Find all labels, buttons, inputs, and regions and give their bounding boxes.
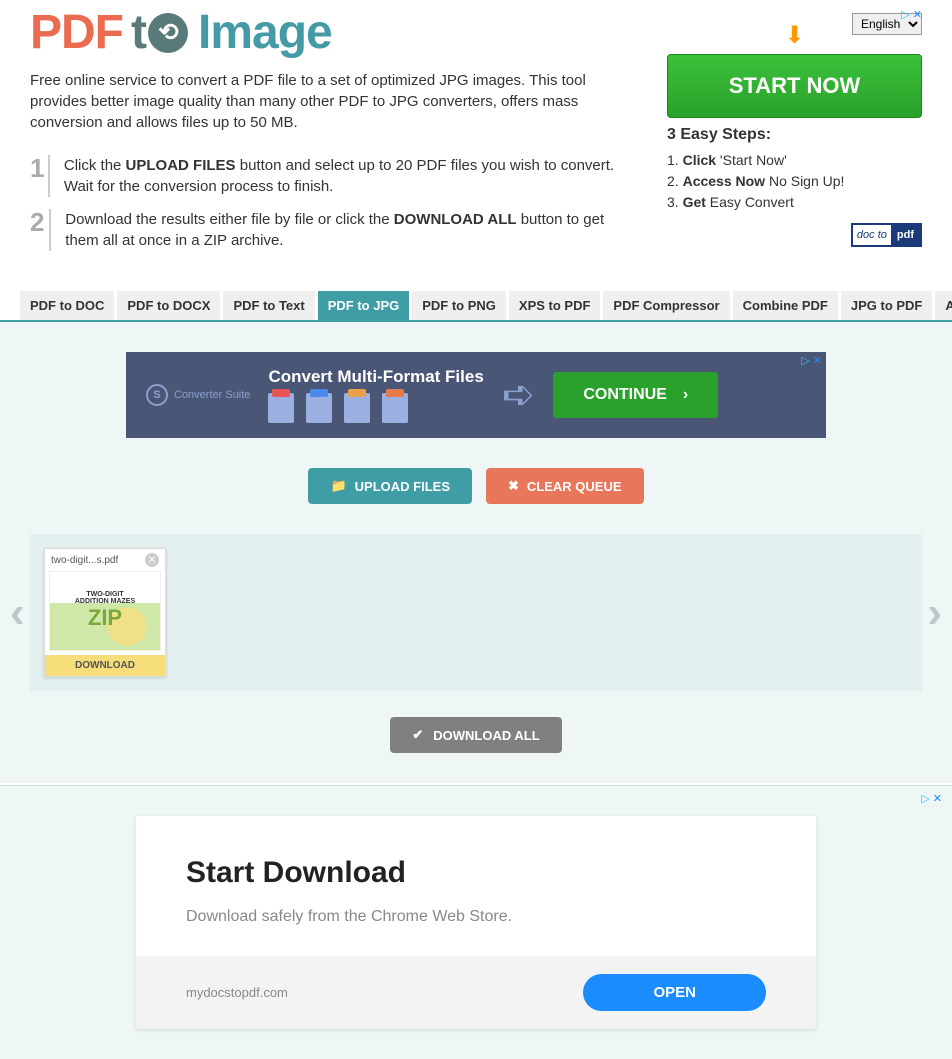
down-arrow-icon: ⬇ — [667, 21, 922, 50]
clear-queue-button[interactable]: ✖CLEAR QUEUE — [486, 468, 644, 504]
site-logo[interactable]: PDF t⟲ Image — [30, 5, 332, 60]
continue-button[interactable]: CONTINUE› — [553, 372, 718, 418]
ad-subtitle: Download safely from the Chrome Web Stor… — [186, 908, 766, 926]
file-card: two-digit...s.pdf ✕ TWO-DIGIT ADDITION M… — [44, 548, 166, 677]
logo-to: t⟲ — [131, 5, 188, 60]
converter-suite-logo: SConverter Suite — [146, 384, 250, 406]
bottom-advertisement: ▷ ✕ Start Download Download safely from … — [0, 785, 952, 1059]
jpg-icon — [382, 393, 408, 423]
logo-image: Image — [198, 5, 332, 60]
arrow-right-icon: ➪ — [502, 372, 536, 418]
adchoices-icon[interactable]: ▷ ✕ — [801, 354, 822, 367]
tab-pdf-to-jpg[interactable]: PDF to JPG — [318, 291, 410, 320]
ad-card[interactable]: Start Download Download safely from the … — [136, 816, 816, 1029]
easy-steps-list: 1. Click 'Start Now' 2. Access Now No Si… — [667, 150, 922, 213]
tab-xps-to-pdf[interactable]: XPS to PDF — [509, 291, 601, 320]
swap-icon: ⟲ — [148, 13, 188, 53]
conversion-area: ▷ ✕ SConverter Suite Convert Multi-Forma… — [0, 320, 952, 783]
start-now-button[interactable]: START NOW — [667, 54, 922, 118]
mp3-icon — [344, 393, 370, 423]
download-all-button[interactable]: ✔DOWNLOAD ALL — [390, 717, 561, 753]
banner-advertisement[interactable]: ▷ ✕ SConverter Suite Convert Multi-Forma… — [126, 352, 826, 438]
tab-pdf-to-text[interactable]: PDF to Text — [223, 291, 314, 320]
format-tabs: PDF to DOC PDF to DOCX PDF to Text PDF t… — [20, 291, 932, 320]
adchoices-icon[interactable]: ▷ ✕ — [667, 8, 922, 21]
download-file-button[interactable]: DOWNLOAD — [45, 655, 165, 676]
tab-any-to-pdf[interactable]: Any to PDF — [935, 291, 952, 320]
tab-pdf-to-doc[interactable]: PDF to DOC — [20, 291, 114, 320]
chevron-right-icon: › — [683, 386, 688, 404]
carousel-next-button[interactable]: › — [927, 588, 942, 638]
carousel-prev-button[interactable]: ‹ — [10, 588, 25, 638]
adchoices-icon[interactable]: ▷ ✕ — [921, 792, 942, 805]
tab-pdf-to-png[interactable]: PDF to PNG — [412, 291, 506, 320]
tab-combine-pdf[interactable]: Combine PDF — [733, 291, 838, 320]
tab-jpg-to-pdf[interactable]: JPG to PDF — [841, 291, 933, 320]
mydocs-badge[interactable]: doc topdf — [667, 223, 922, 247]
tab-pdf-to-docx[interactable]: PDF to DOCX — [117, 291, 220, 320]
pdf-icon — [268, 393, 294, 423]
step-2: 2 Download the results either file by fi… — [30, 209, 630, 251]
ad-title: Start Download — [186, 856, 766, 890]
ad-domain: mydocstopdf.com — [186, 985, 288, 1000]
easy-steps-heading: 3 Easy Steps: — [667, 126, 922, 144]
folder-icon: 📁 — [330, 478, 346, 494]
sidebar-advertisement: ▷ ✕ ⬇ START NOW 3 Easy Steps: 1. Click '… — [667, 8, 922, 247]
open-button[interactable]: OPEN — [583, 974, 766, 1011]
banner-title: Convert Multi-Format Files — [268, 367, 483, 387]
tab-pdf-compressor[interactable]: PDF Compressor — [603, 291, 729, 320]
step-1: 1 Click the UPLOAD FILES button and sele… — [30, 155, 630, 197]
page-description: Free online service to convert a PDF fil… — [0, 60, 640, 143]
file-name: two-digit...s.pdf — [51, 555, 118, 566]
check-icon: ✔ — [412, 727, 423, 743]
remove-file-button[interactable]: ✕ — [145, 553, 159, 567]
file-thumbnail: TWO-DIGIT ADDITION MAZES ZIP — [49, 571, 161, 651]
doc-icon — [306, 393, 332, 423]
file-type-icons — [268, 393, 483, 423]
files-queue: ‹ two-digit...s.pdf ✕ TWO-DIGIT ADDITION… — [30, 534, 922, 691]
logo-pdf: PDF — [30, 5, 123, 60]
upload-files-button[interactable]: 📁UPLOAD FILES — [308, 468, 472, 504]
close-icon: ✖ — [508, 478, 519, 494]
